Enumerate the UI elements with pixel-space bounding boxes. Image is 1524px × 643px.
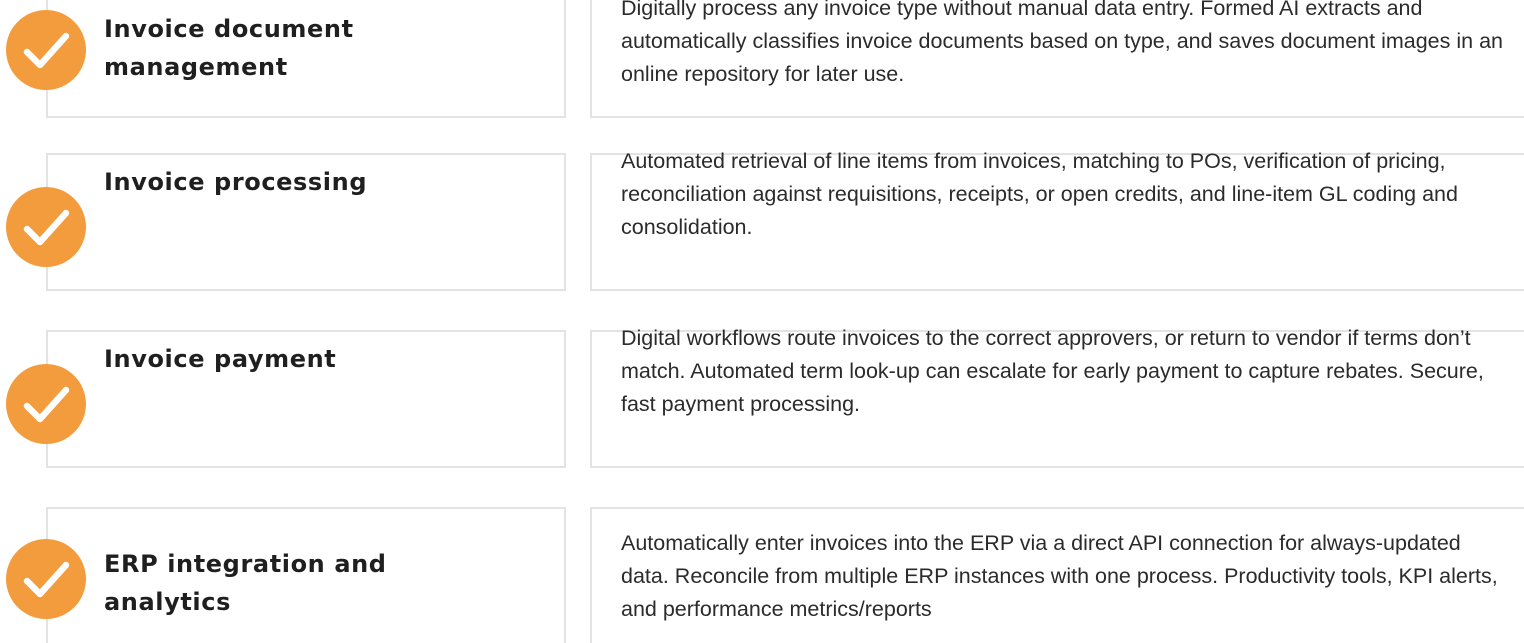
- feature-description: Digital workflows route invoices to the …: [621, 326, 1484, 416]
- checkmark-icon: [6, 187, 86, 267]
- feature-row: Invoice processing Automated retrieval o…: [0, 149, 1524, 295]
- checkmark-icon: [6, 10, 86, 90]
- feature-title: Invoice payment: [104, 345, 337, 373]
- feature-description: Automatically enter invoices into the ER…: [621, 531, 1498, 621]
- feature-row: Invoice payment Digital workflows route …: [0, 326, 1524, 472]
- feature-title: ERP integration and analytics: [104, 550, 387, 616]
- checkmark-icon: [6, 539, 86, 619]
- feature-row: ERP integration and analytics Automatica…: [0, 507, 1524, 643]
- feature-description: Automated retrieval of line items from i…: [621, 149, 1458, 239]
- checkmark-icon: [6, 364, 86, 444]
- feature-title: Invoice processing: [104, 168, 368, 196]
- feature-description: Digitally process any invoice type witho…: [621, 0, 1503, 86]
- feature-list: Invoice document management Digitally pr…: [0, 0, 1524, 643]
- feature-title: Invoice document management: [104, 15, 354, 81]
- feature-row: Invoice document management Digitally pr…: [0, 0, 1524, 122]
